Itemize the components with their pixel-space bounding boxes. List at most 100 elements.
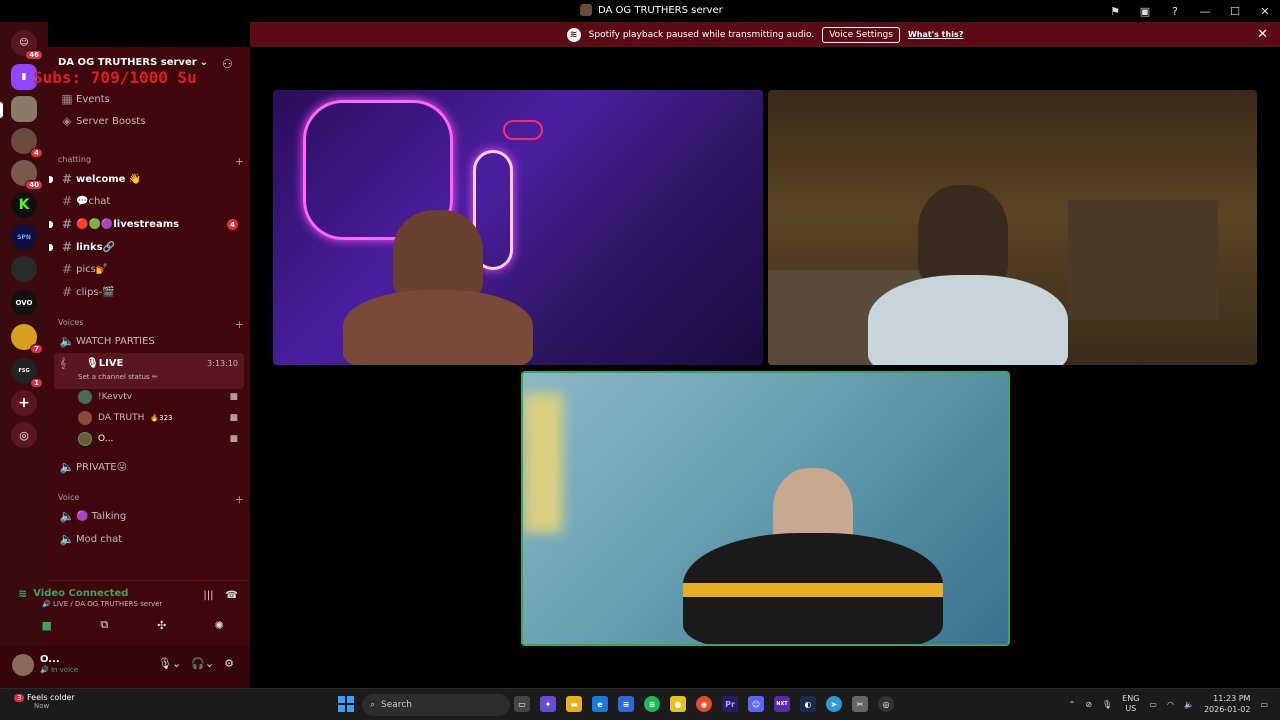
spotify-taskbar-icon[interactable]: ≋: [644, 696, 660, 712]
camera-button[interactable]: ■: [30, 613, 64, 637]
maximize-button[interactable]: ☐: [1220, 0, 1250, 22]
server-boosts-item[interactable]: ◈ Server Boosts: [58, 111, 244, 131]
category-label: Voices: [58, 318, 84, 327]
telegram-icon[interactable]: ➤: [826, 696, 842, 712]
close-window-button[interactable]: ✕: [1250, 0, 1280, 22]
category-voice[interactable]: Voice +: [58, 493, 244, 506]
signal-icon[interactable]: ≋: [18, 587, 27, 600]
inbox-icon[interactable]: ▣: [1130, 0, 1160, 22]
activities-button[interactable]: ✣: [145, 613, 179, 637]
volume-icon[interactable]: 🔈: [1184, 700, 1194, 709]
taskbar-search[interactable]: ⌕ Search: [362, 694, 510, 716]
add-server-button[interactable]: +: [11, 390, 37, 416]
video-stage: [250, 47, 1280, 688]
speaker-icon: 🔈: [59, 532, 75, 546]
flag-icon[interactable]: ⚑: [1100, 0, 1130, 22]
copilot-icon[interactable]: ✦: [540, 696, 556, 712]
events-item[interactable]: ▦ Events: [58, 89, 244, 109]
voice-user[interactable]: O... ■: [78, 430, 244, 448]
video-tile-3-speaking[interactable]: [521, 371, 1010, 646]
whats-this-link[interactable]: What's this?: [908, 30, 963, 39]
server-icon-ovo[interactable]: OVO: [11, 290, 37, 316]
server-icon-2[interactable]: 4: [11, 128, 43, 158]
video-tile-1[interactable]: [273, 90, 763, 365]
channel-chat[interactable]: # 💬chat: [58, 191, 244, 211]
weather-widget[interactable]: 3 Feels colder Now: [14, 693, 75, 710]
user-name[interactable]: O...: [40, 654, 60, 665]
server-name-header[interactable]: DA OG TRUTHERS server ⌄: [58, 57, 208, 68]
channel-label: PRIVATE😛: [76, 461, 128, 473]
server-icon-espn[interactable]: SPN: [11, 224, 37, 250]
soundboard-button[interactable]: ✺: [202, 613, 236, 637]
clock[interactable]: 11:23 PM 2026-01-02: [1204, 693, 1251, 715]
snipping-tool-icon[interactable]: ✂: [852, 696, 868, 712]
category-chatting[interactable]: chatting +: [58, 155, 244, 168]
discord-taskbar-icon[interactable]: ☺: [748, 696, 764, 712]
channel-links[interactable]: # links🔗: [49, 237, 244, 257]
server-icon-da-og[interactable]: [11, 96, 37, 122]
voice-channel-talking[interactable]: 🔈 🟣 Talking: [58, 506, 244, 526]
discover-icon[interactable]: ◎: [11, 422, 37, 448]
channel-pics[interactable]: # pics💅: [58, 259, 244, 279]
voice-channel-live[interactable]: 𝄞 🎙LIVE 3:13:10 Set a channel status ✏: [54, 353, 244, 389]
notepad-icon[interactable]: ≡: [618, 696, 634, 712]
obs-icon[interactable]: ◎: [878, 696, 894, 712]
steam-icon[interactable]: ◐: [800, 696, 816, 712]
set-channel-status[interactable]: Set a channel status ✏: [78, 373, 158, 381]
server-badge: 1: [30, 378, 43, 388]
channel-livestreams[interactable]: # 🔴🟢🟣livestreams 4: [49, 214, 244, 234]
server-icon-8[interactable]: FSG 1: [11, 358, 43, 388]
subs-counter-overlay: Subs: 709/1000 Su: [33, 68, 197, 87]
edge-icon[interactable]: e: [592, 696, 608, 712]
server-icon-7[interactable]: 7: [11, 324, 43, 354]
next-app-icon[interactable]: NXT: [774, 696, 790, 712]
notification-icon[interactable]: ▭: [1260, 700, 1268, 709]
add-channel-icon[interactable]: +: [235, 318, 244, 331]
kick-server-icon[interactable]: K: [11, 192, 37, 218]
server-icon-5[interactable]: [11, 256, 37, 282]
screen-share-button[interactable]: ⧉: [87, 613, 121, 637]
wifi-icon[interactable]: ◠: [1167, 700, 1174, 709]
voice-channel-private[interactable]: 🔈 PRIVATE😛: [58, 457, 244, 477]
voice-user-name: DA TRUTH: [98, 413, 145, 423]
voice-settings-button[interactable]: Voice Settings: [822, 26, 900, 43]
direct-messages-button[interactable]: ☺ 46: [11, 30, 43, 60]
voice-channel-mod-chat[interactable]: 🔈 Mod chat: [58, 529, 244, 549]
gear-icon[interactable]: ⚙: [224, 657, 234, 670]
chrome-icon[interactable]: ◉: [696, 696, 712, 712]
app-icon[interactable]: ●: [670, 696, 686, 712]
category-voices[interactable]: Voices +: [58, 318, 244, 331]
add-channel-icon[interactable]: +: [235, 493, 244, 506]
network-icon[interactable]: ⊘: [1085, 700, 1092, 709]
add-channel-icon[interactable]: +: [235, 155, 244, 168]
voice-user[interactable]: DA TRUTH 🔥323 ■: [78, 409, 244, 427]
language-indicator[interactable]: ENG US: [1122, 694, 1139, 714]
microphone-icon[interactable]: 🎙⌄: [158, 657, 181, 670]
voice-location[interactable]: 🔊 LIVE / DA OG TRUTHERS server: [42, 600, 162, 608]
server-icon-3[interactable]: 40: [11, 160, 43, 190]
disconnect-icon[interactable]: ☎: [226, 590, 238, 601]
close-icon[interactable]: ✕: [1257, 27, 1268, 42]
voice-channel-watch-parties[interactable]: 🔈 WATCH PARTIES: [58, 331, 244, 351]
headphones-icon[interactable]: 🎧⌄: [191, 657, 214, 670]
clock-date: 2026-01-02: [1203, 705, 1251, 714]
microphone-tray-icon[interactable]: 🎙: [1102, 700, 1112, 709]
display-icon[interactable]: ▭: [1149, 700, 1157, 709]
noise-suppression-icon[interactable]: |||: [203, 590, 213, 601]
premiere-icon[interactable]: Pr: [722, 696, 738, 712]
voice-user[interactable]: !Kevvtv ■: [78, 388, 244, 406]
help-icon[interactable]: ?: [1160, 0, 1190, 22]
channel-welcome[interactable]: # welcome 👋: [49, 169, 244, 189]
server-badge: 40: [25, 180, 43, 190]
video-tile-2[interactable]: [768, 90, 1257, 365]
chevron-up-icon[interactable]: ⌃: [1069, 700, 1076, 709]
avatar[interactable]: [12, 654, 34, 676]
channel-clips[interactable]: # clips-🎬: [58, 282, 244, 302]
lang-bottom: US: [1125, 704, 1137, 713]
start-button[interactable]: [338, 696, 354, 712]
task-view-icon[interactable]: ▭: [514, 696, 530, 712]
invite-people-icon[interactable]: ⚇: [222, 57, 233, 71]
minimize-button[interactable]: —: [1190, 0, 1220, 22]
channel-label: clips-🎬: [76, 286, 115, 298]
file-explorer-icon[interactable]: ▬: [566, 696, 582, 712]
